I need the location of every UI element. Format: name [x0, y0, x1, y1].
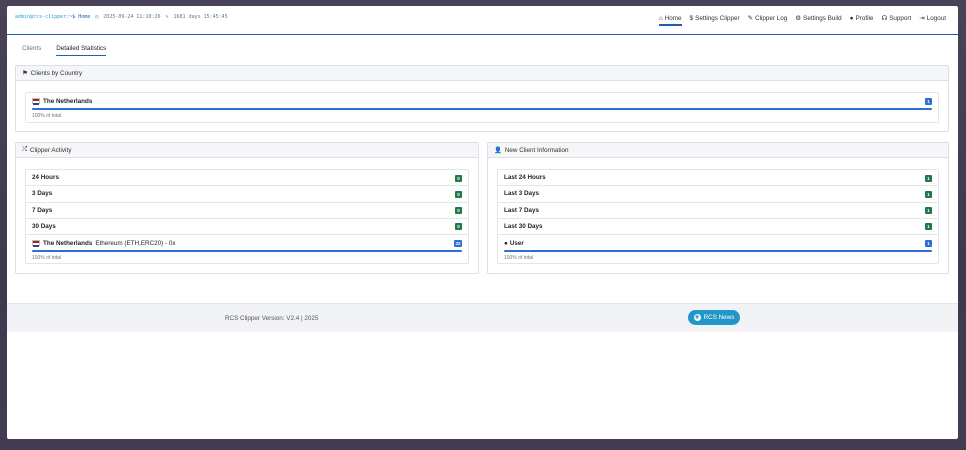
user-label: User	[509, 239, 524, 247]
list-item: Last 30 Days 1	[498, 219, 938, 236]
count-badge: 0	[455, 190, 462, 198]
list-item: Last 24 Hours 1	[498, 170, 938, 187]
nav-label: Settings Build	[803, 14, 842, 22]
list-item: 3 Days 0	[26, 186, 468, 203]
count-badge: 32	[453, 239, 462, 247]
row-label: 24 Hours	[32, 174, 59, 182]
nav-home[interactable]: ⌂ Home	[658, 14, 682, 26]
card-header: ⤮ Clipper Activity	[16, 143, 478, 158]
news-label: RCS News	[703, 314, 735, 321]
nav-label: Support	[889, 14, 912, 22]
list-item: The Netherlands 1	[26, 93, 938, 109]
nav-settings-build[interactable]: ⚙ Settings Build	[795, 14, 841, 25]
home-icon: ⌂	[658, 14, 663, 22]
headset-icon: ☊	[881, 15, 888, 22]
count-badge: 1	[925, 190, 932, 198]
percent-text: 100% of total	[504, 255, 534, 261]
app-window: admin@rcs-clipper:~$ Home ◷ 2025-09-24 1…	[7, 6, 958, 439]
progress-bar	[32, 250, 462, 252]
dollar-icon: $	[689, 14, 694, 22]
rcs-news-button[interactable]: ◉ RCS News	[688, 310, 740, 325]
news-icon: ◉	[693, 314, 701, 321]
count-badge: 1	[925, 174, 932, 182]
netherlands-flag-icon	[32, 240, 40, 248]
tab-clients[interactable]: Clients	[22, 45, 41, 56]
activity-list: 24 Hours 0 3 Days 0 7 Days 0 30 Days 0 The N…	[25, 169, 469, 264]
wallet-detail: Ethereum (ETH,ERC20) - 0x	[95, 239, 176, 247]
flag-icon: ⚑	[22, 69, 28, 77]
datetime-text: 2025-09-24 11:10:26	[103, 14, 161, 20]
list-item: Last 7 Days 1	[498, 203, 938, 219]
list-item: 7 Days 0	[26, 203, 468, 219]
nav-label: Settings Clipper	[695, 14, 740, 22]
count-badge: 1	[925, 97, 932, 105]
card-header: 👤 New Client Information	[488, 143, 948, 158]
clients-by-country-card: ⚑ Clients by Country The Netherlands 1 1…	[15, 65, 949, 132]
nav-label: Clipper Log	[755, 14, 788, 22]
top-navbar: admin@rcs-clipper:~$ Home ◷ 2025-09-24 1…	[7, 6, 958, 35]
netherlands-flag-icon	[32, 98, 40, 106]
clipper-activity-card: ⤮ Clipper Activity 24 Hours 0 3 Days 0 7 D…	[15, 142, 479, 274]
nav-settings-clipper[interactable]: $ Settings Clipper	[690, 15, 740, 25]
row-label: Last 7 Days	[504, 206, 540, 214]
main-nav: ⌂ Home $ Settings Clipper ✎ Clipper Log ⚙ Se…	[658, 14, 946, 26]
new-client-info-card: 👤 New Client Information Last 24 Hours 1 …	[487, 142, 949, 274]
nav-label: Profile	[855, 14, 874, 22]
clock-icon: ◷	[95, 14, 99, 20]
country-name: The Netherlands	[43, 97, 93, 105]
shell-prompt: admin@rcs-clipper:~$ Home	[15, 14, 90, 20]
row-label: Last 3 Days	[504, 190, 540, 198]
terminal-status: admin@rcs-clipper:~$ Home ◷ 2025-09-24 1…	[15, 14, 228, 20]
prompt-path: :~$ Home	[66, 14, 91, 20]
footer: RCS Clipper Version: V2.4 | 2025 ◉ RCS N…	[7, 303, 958, 332]
row-label: 3 Days	[32, 190, 53, 198]
nav-label: Logout	[926, 14, 946, 22]
uptime-text: 1681 days 15:45:45	[173, 14, 228, 20]
count-badge: 1	[925, 239, 932, 247]
user-icon: ●	[849, 14, 854, 22]
version-text: RCS Clipper Version: V2.4 | 2025	[225, 315, 319, 322]
percent-text: 100% of total	[32, 113, 62, 119]
row-label: 7 Days	[32, 206, 53, 214]
row-label: Last 30 Days	[504, 223, 543, 231]
nav-support[interactable]: ☊ Support	[881, 14, 911, 25]
count-badge: 0	[455, 174, 462, 182]
progress-bar	[32, 108, 932, 110]
nav-profile[interactable]: ● Profile	[850, 15, 874, 25]
pencil-icon: ✎	[747, 15, 754, 22]
user-plus-icon: 👤	[494, 147, 502, 154]
gear-icon: ⚙	[795, 15, 802, 22]
list-item: 30 Days 0	[26, 219, 468, 236]
prompt-user: admin@rcs-clipper	[15, 14, 67, 20]
card-title: New Client Information	[504, 146, 569, 154]
country-list: The Netherlands 1 100% of total	[25, 92, 939, 123]
wrench-icon: ✎	[165, 14, 169, 20]
row-label: Last 24 Hours	[504, 174, 546, 182]
count-badge: 0	[455, 223, 462, 231]
tab-bar: Clients Detailed Statistics	[22, 45, 107, 56]
card-title: Clipper Activity	[30, 146, 72, 154]
list-item: Last 3 Days 1	[498, 186, 938, 203]
card-header: ⚑ Clients by Country	[16, 66, 948, 81]
shuffle-icon: ⤮	[22, 146, 28, 153]
card-title: Clients by Country	[30, 69, 83, 77]
count-badge: 1	[925, 207, 932, 215]
nav-logout[interactable]: ⇥ Logout	[919, 14, 946, 25]
tab-detailed-statistics[interactable]: Detailed Statistics	[56, 45, 107, 56]
nav-clipper-log[interactable]: ✎ Clipper Log	[748, 14, 788, 25]
new-client-list: Last 24 Hours 1 Last 3 Days 1 Last 7 Days 1…	[497, 169, 939, 264]
percent-text: 100% of total	[32, 255, 62, 261]
user-icon: ●	[504, 239, 508, 247]
nav-label: Home	[664, 14, 682, 22]
progress-bar	[504, 250, 932, 252]
country-name: The Netherlands	[43, 239, 93, 247]
logout-icon: ⇥	[919, 15, 925, 22]
list-item: 24 Hours 0	[26, 170, 468, 187]
row-label: 30 Days	[32, 223, 56, 231]
count-badge: 0	[455, 207, 462, 215]
count-badge: 1	[925, 223, 932, 231]
